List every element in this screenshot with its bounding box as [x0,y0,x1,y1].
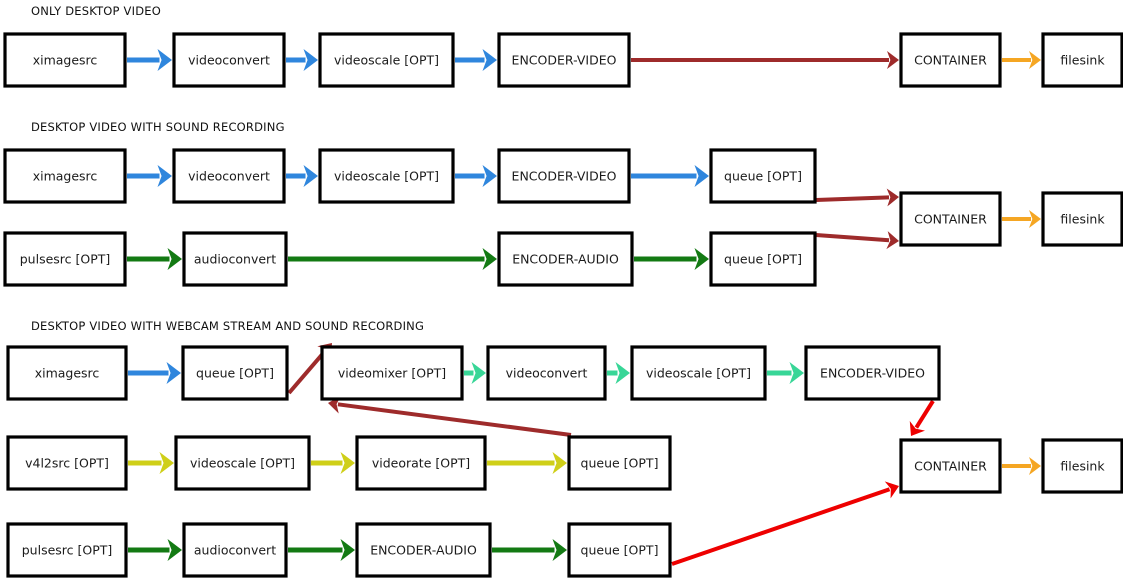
node-label: filesink [1060,53,1105,68]
node-label: audioconvert [194,252,276,267]
node-label: videoconvert [188,53,270,68]
node-s3-videomixer[interactable]: videomixer [OPT] [320,345,464,401]
node-label: audioconvert [194,543,276,558]
node-label: videoscale [OPT] [334,53,439,68]
node-s3-encoder-video[interactable]: ENCODER-VIDEO [804,345,941,401]
node-s3-ximagesrc[interactable]: ximagesrc [6,345,128,401]
node-label: videoconvert [188,169,270,184]
node-s3-queue-desktop[interactable]: queue [OPT] [181,345,289,401]
node-s2-videoscale[interactable]: videoscale [OPT] [318,148,455,204]
node-label: videoconvert [506,366,588,381]
section-title: ONLY DESKTOP VIDEO [31,4,161,18]
node-label: queue [OPT] [581,456,659,471]
node-s2-container[interactable]: CONTAINER [899,191,1002,247]
node-label: pulsesrc [OPT] [22,543,113,558]
node-s2-audioconvert[interactable]: audioconvert [182,231,288,287]
node-label: v4l2src [OPT] [25,456,109,471]
node-s3-queue-cam[interactable]: queue [OPT] [567,435,672,491]
node-label: videorate [OPT] [372,456,470,471]
section-title: DESKTOP VIDEO WITH SOUND RECORDING [31,120,285,134]
node-label: ENCODER-AUDIO [512,252,619,267]
node-s1-videoscale[interactable]: videoscale [OPT] [318,32,455,88]
section-title: DESKTOP VIDEO WITH WEBCAM STREAM AND SOU… [31,319,424,333]
node-s3-v4l2src[interactable]: v4l2src [OPT] [6,435,128,491]
node-s3-pulsesrc[interactable]: pulsesrc [OPT] [6,522,128,578]
node-label: queue [OPT] [581,543,659,558]
node-label: queue [OPT] [196,366,274,381]
node-s2-pulsesrc[interactable]: pulsesrc [OPT] [3,231,127,287]
node-s3-videorate[interactable]: videorate [OPT] [355,435,487,491]
pipeline-diagram: ONLY DESKTOP VIDEO DESKTOP VIDEO WITH SOU… [0,0,1123,578]
node-s2-ximagesrc[interactable]: ximagesrc [3,148,127,204]
node-label: videomixer [OPT] [338,366,446,381]
node-s3-videoscale[interactable]: videoscale [OPT] [630,345,767,401]
node-s3-encoder-audio[interactable]: ENCODER-AUDIO [355,522,492,578]
node-label: ENCODER-VIDEO [820,366,925,381]
node-label: ximagesrc [33,53,98,68]
node-s1-videoconvert[interactable]: videoconvert [172,32,286,88]
node-label: queue [OPT] [724,252,802,267]
node-label: CONTAINER [914,459,987,474]
node-s3-videoscale-cam[interactable]: videoscale [OPT] [174,435,311,491]
node-label: videoscale [OPT] [190,456,295,471]
node-s2-encoder-video[interactable]: ENCODER-VIDEO [497,148,631,204]
node-s1-container[interactable]: CONTAINER [899,32,1002,88]
node-s3-queue-audio[interactable]: queue [OPT] [567,522,672,578]
node-label: ximagesrc [35,366,100,381]
node-s1-encoder-video[interactable]: ENCODER-VIDEO [497,32,631,88]
node-s1-filesink[interactable]: filesink [1041,32,1123,88]
node-s3-container[interactable]: CONTAINER [899,438,1002,494]
node-label: filesink [1060,459,1105,474]
node-label: pulsesrc [OPT] [20,252,111,267]
node-label: queue [OPT] [724,169,802,184]
node-label: ENCODER-VIDEO [512,53,617,68]
node-s2-filesink[interactable]: filesink [1041,191,1123,247]
node-label: CONTAINER [914,212,987,227]
node-label: videoscale [OPT] [334,169,439,184]
node-label: CONTAINER [914,53,987,68]
node-s3-filesink[interactable]: filesink [1041,438,1123,494]
node-s2-queue-video[interactable]: queue [OPT] [709,148,817,204]
node-s1-ximagesrc[interactable]: ximagesrc [3,32,127,88]
node-label: ENCODER-AUDIO [370,543,477,558]
node-s3-videoconvert[interactable]: videoconvert [486,345,607,401]
node-label: ximagesrc [33,169,98,184]
node-s2-videoconvert[interactable]: videoconvert [172,148,286,204]
node-s2-queue-audio[interactable]: queue [OPT] [709,231,817,287]
node-label: ENCODER-VIDEO [512,169,617,184]
node-label: videoscale [OPT] [646,366,751,381]
node-label: filesink [1060,212,1105,227]
node-s2-encoder-audio[interactable]: ENCODER-AUDIO [497,231,634,287]
node-s3-audioconvert[interactable]: audioconvert [182,522,288,578]
